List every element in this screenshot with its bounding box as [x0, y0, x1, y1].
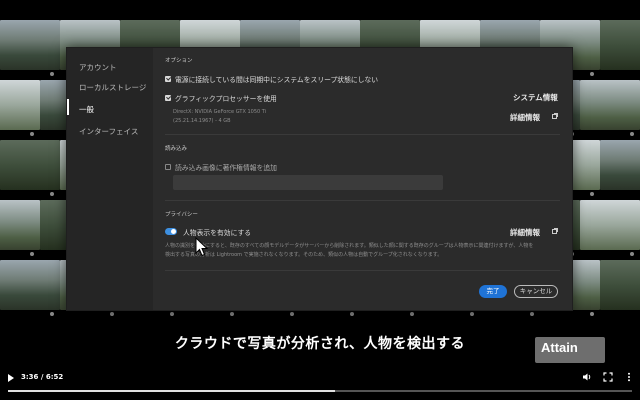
watermark-logo: Attain [535, 337, 605, 363]
playback-time: 3:36 / 6:52 [21, 373, 64, 381]
sidebar-item-account[interactable]: アカウント [79, 62, 117, 73]
thumbnail-marker [530, 312, 534, 316]
thumbnail-marker [170, 312, 174, 316]
thumbnail-marker [110, 312, 114, 316]
thumbnail-marker [50, 312, 54, 316]
sidebar-item-interface[interactable]: インターフェイス [79, 126, 138, 137]
sidebar-active-indicator [67, 99, 69, 115]
system-info-link[interactable]: システム情報 [513, 92, 558, 103]
photo-thumbnail [600, 260, 640, 310]
preferences-sidebar: アカウント ローカルストレージ 一般 インターフェイス [67, 48, 153, 310]
sleep-checkbox[interactable] [165, 76, 171, 82]
photo-thumbnail [580, 200, 640, 250]
external-link-icon [552, 113, 558, 119]
people-view-label: 人物表示を有効にする [183, 229, 252, 237]
privacy-details-link[interactable]: 詳細情報 [510, 227, 540, 238]
gpu-checkbox[interactable] [165, 95, 171, 101]
gpu-label: グラフィックプロセッサーを使用 [175, 95, 277, 103]
mouse-cursor-icon [195, 237, 209, 257]
privacy-description-line1: 人物の識別を有効にすると、既存のすべての顔モデルデータがサーバーから削除されます… [165, 243, 534, 249]
people-view-toggle[interactable] [165, 228, 177, 235]
external-link-icon [552, 228, 558, 234]
cancel-button[interactable]: キャンセル [514, 285, 558, 298]
thumbnail-marker [410, 312, 414, 316]
progress-bar[interactable] [8, 390, 632, 392]
options-section-title: オプション [165, 58, 193, 64]
photo-thumbnail [0, 260, 60, 310]
thumbnail-marker [590, 192, 594, 196]
gpu-detail-line2: (25.21.14.1967) - 4 GB [173, 118, 231, 124]
import-section-title: 読み込み [165, 146, 188, 152]
thumbnail-marker [230, 312, 234, 316]
photo-thumbnail [580, 80, 640, 130]
volume-icon[interactable] [582, 372, 592, 382]
thumbnail-marker [470, 312, 474, 316]
play-icon[interactable] [8, 374, 14, 382]
photo-thumbnail [0, 200, 40, 250]
copyright-checkbox[interactable] [165, 164, 171, 170]
thumbnail-marker [30, 132, 34, 136]
preferences-dialog: アカウント ローカルストレージ 一般 インターフェイス オプション 電源に接続し… [66, 47, 573, 311]
copyright-input[interactable] [173, 175, 443, 190]
thumbnail-marker [50, 72, 54, 76]
photo-thumbnail [0, 20, 60, 70]
thumbnail-marker [30, 252, 34, 256]
thumbnail-marker [350, 312, 354, 316]
section-divider [165, 270, 560, 271]
section-divider [165, 134, 560, 135]
gpu-details-link[interactable]: 詳細情報 [510, 112, 540, 123]
fullscreen-icon[interactable] [603, 372, 613, 382]
photo-thumbnail [600, 140, 640, 190]
thumbnail-marker [630, 252, 634, 256]
thumbnail-marker [590, 72, 594, 76]
photo-thumbnail [600, 20, 640, 70]
sidebar-item-general[interactable]: 一般 [79, 104, 94, 115]
thumbnail-marker [630, 132, 634, 136]
more-options-icon[interactable] [624, 372, 634, 382]
privacy-section-title: プライバシー [165, 212, 198, 218]
privacy-description-line2: 検出する写真の分析は Lightroom で実施されなくなります。そのため、類似… [165, 252, 443, 258]
sleep-label: 電源に接続している間は同期中にシステムをスリープ状態にしない [175, 76, 379, 84]
sidebar-item-local-storage[interactable]: ローカルストレージ [79, 82, 146, 93]
photo-thumbnail [0, 140, 60, 190]
thumbnail-marker [50, 192, 54, 196]
gpu-detail-line1: DirectX: NVIDIA GeForce GTX 1050 Ti [173, 109, 267, 115]
section-divider [165, 200, 560, 201]
thumbnail-marker [290, 312, 294, 316]
thumbnail-marker [590, 312, 594, 316]
copyright-label: 読み込み画像に著作権情報を追加 [175, 164, 277, 172]
photo-thumbnail [0, 80, 40, 130]
done-button[interactable]: 完了 [479, 285, 507, 298]
progress-fill [8, 390, 335, 392]
